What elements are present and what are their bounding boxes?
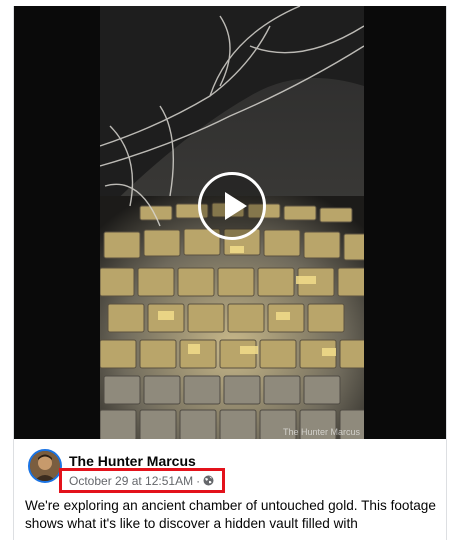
post-caption: We're exploring an ancient chamber of un…	[25, 498, 436, 531]
video-watermark: The Hunter Marcus	[282, 427, 360, 437]
play-icon	[225, 192, 247, 220]
timestamp-link[interactable]: October 29 at 12:51AM	[69, 474, 193, 488]
play-button[interactable]	[198, 172, 266, 240]
post-info: The Hunter Marcus October 29 at 12:51AM …	[14, 439, 446, 540]
video-post: The Hunter Marcus The Hunter Marcus Octo…	[13, 6, 447, 540]
separator-dot: ·	[196, 473, 201, 488]
avatar[interactable]	[28, 449, 62, 483]
video-player[interactable]: The Hunter Marcus	[14, 6, 446, 439]
profile-photo	[30, 451, 60, 481]
post-timestamp-highlighted: October 29 at 12:51AM ·	[59, 468, 225, 493]
author-name[interactable]: The Hunter Marcus	[69, 453, 196, 469]
globe-icon	[203, 475, 214, 486]
